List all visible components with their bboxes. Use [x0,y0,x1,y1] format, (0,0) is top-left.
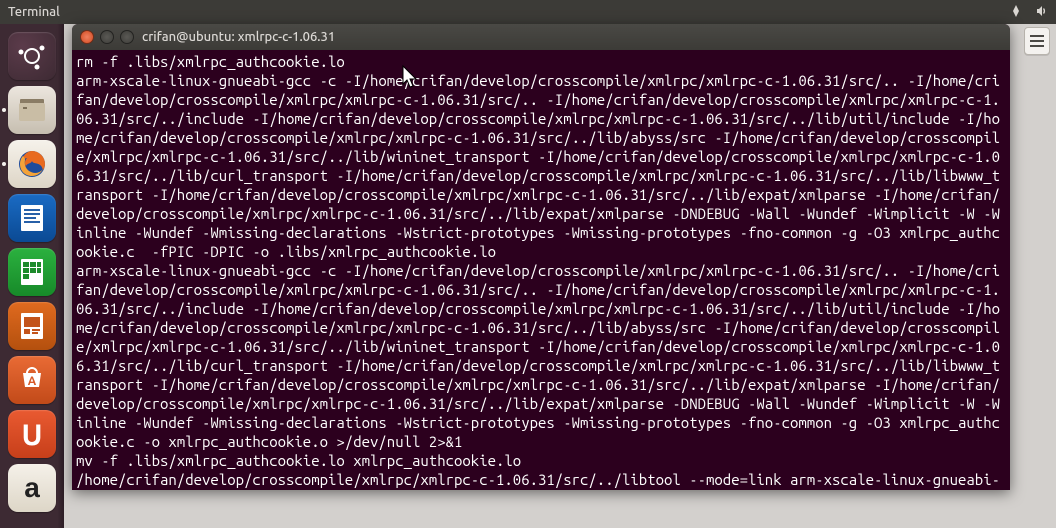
launcher-amazon[interactable]: a [8,464,56,512]
terminal-titlebar[interactable]: crifan@ubuntu: xmlrpc-c-1.06.31 [72,24,1010,50]
launcher-ubuntu-one[interactable]: U [8,410,56,458]
app-title: Terminal [8,5,60,19]
overflow-menu-button[interactable] [1024,27,1050,55]
minimize-button[interactable] [100,30,114,44]
indicator-area [1008,0,1050,24]
unity-launcher: A U a [0,24,64,528]
svg-text:A: A [28,375,37,388]
network-icon[interactable] [1008,3,1024,22]
terminal-window: crifan@ubuntu: xmlrpc-c-1.06.31 rm -f .l… [72,24,1010,490]
launcher-writer[interactable] [8,194,56,242]
launcher-firefox[interactable] [8,140,56,188]
close-button[interactable] [80,30,94,44]
maximize-button[interactable] [120,30,134,44]
terminal-title: crifan@ubuntu: xmlrpc-c-1.06.31 [142,30,335,44]
window-controls [80,30,134,44]
launcher-files[interactable] [8,86,56,134]
hamburger-icon [1030,35,1044,47]
launcher-software-center[interactable]: A [8,356,56,404]
launcher-dash[interactable] [8,32,56,80]
terminal-body[interactable]: rm -f .libs/xmlrpc_authcookie.lo arm-xsc… [72,50,1010,490]
top-menubar: Terminal [0,0,1056,24]
amazon-letter: a [24,472,40,504]
launcher-impress[interactable] [8,302,56,350]
ubuntu-one-letter: U [21,417,42,451]
volume-icon[interactable] [1034,3,1050,22]
launcher-calc[interactable] [8,248,56,296]
